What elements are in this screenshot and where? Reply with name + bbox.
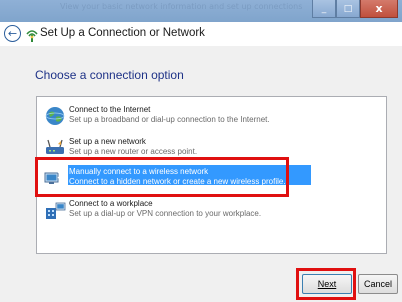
option-title: Set up a new network	[69, 137, 146, 146]
close-button[interactable]: x	[360, 0, 398, 18]
setup-connection-window: View your basic network information and …	[0, 0, 402, 302]
background-window-text: View your basic network information and …	[60, 2, 303, 11]
wizard-header: ← Set Up a Connection or Network	[0, 22, 402, 46]
wizard-content: Choose a connection option Connect to th…	[0, 46, 402, 266]
back-button[interactable]: ←	[4, 25, 21, 42]
option-description: Set up a new router or access point.	[69, 147, 198, 156]
option-title: Connect to a workplace	[69, 199, 153, 208]
highlight-box-wireless-option	[35, 157, 289, 197]
option-description: Set up a dial-up or VPN connection to yo…	[69, 209, 262, 218]
section-title: Choose a connection option	[35, 68, 184, 82]
window-controls: _ □ x	[312, 0, 398, 18]
cancel-button[interactable]: Cancel	[358, 274, 398, 294]
maximize-button[interactable]: □	[336, 0, 360, 18]
minimize-button[interactable]: _	[312, 0, 336, 18]
window-title: Set Up a Connection or Network	[40, 27, 205, 39]
option-connect-workplace[interactable]: Connect to a workplace Set up a dial-up …	[43, 197, 373, 225]
option-description: Set up a broadband or dial-up connection…	[69, 115, 270, 124]
option-title: Connect to the Internet	[69, 105, 151, 114]
workplace-icon	[46, 202, 66, 219]
option-connect-internet[interactable]: Connect to the Internet Set up a broadba…	[43, 103, 373, 131]
network-setup-icon	[26, 30, 38, 42]
highlight-box-next-button	[296, 268, 356, 300]
router-icon	[46, 139, 64, 154]
globe-icon	[45, 107, 65, 125]
back-arrow-icon: ←	[7, 27, 18, 40]
